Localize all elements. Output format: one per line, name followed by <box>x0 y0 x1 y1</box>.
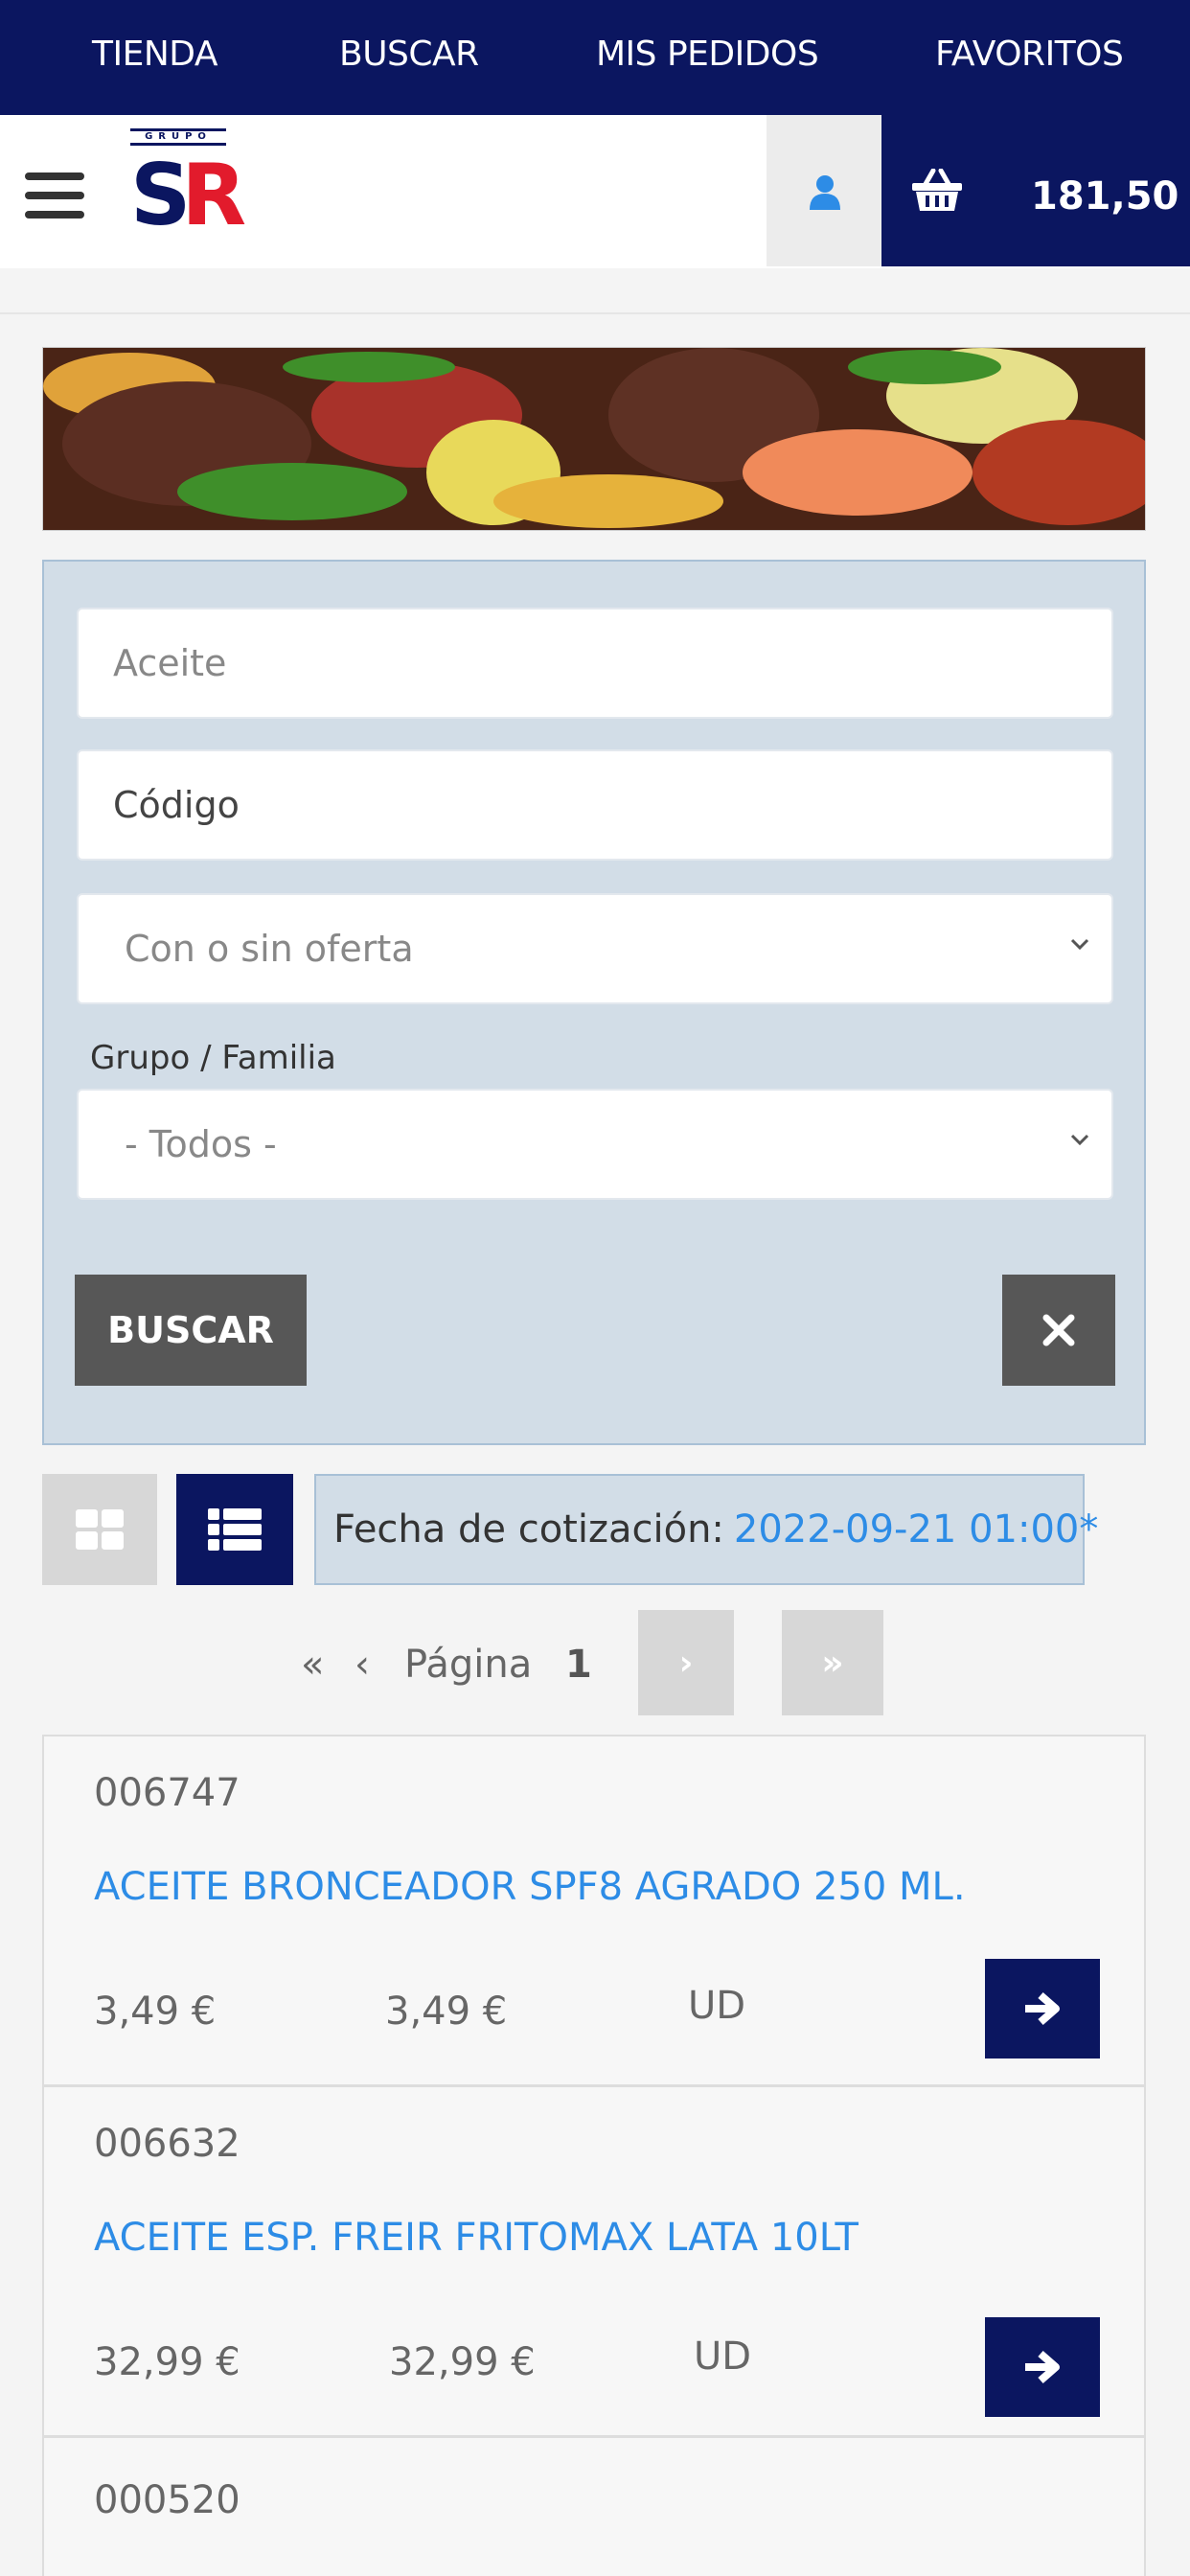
product-price: 32,99 € <box>94 2340 240 2384</box>
grid-view-button[interactable] <box>42 1474 157 1585</box>
product-price-2: 3,49 € <box>385 1990 508 2034</box>
group-family-select[interactable]: - Todos - <box>77 1089 1113 1200</box>
code-input[interactable]: Código <box>77 749 1113 861</box>
search-filter-panel: Aceite Código Con o sin oferta Grupo / F… <box>42 560 1146 1445</box>
product-unit: UD <box>688 1984 746 2028</box>
prev-page-link[interactable]: ‹ <box>355 1643 370 1687</box>
page-label: Página <box>404 1643 533 1687</box>
add-product-button[interactable] <box>985 1959 1100 2058</box>
basket-icon <box>912 169 962 211</box>
name-search-input[interactable]: Aceite <box>77 608 1113 719</box>
product-code: 006632 <box>94 2122 240 2166</box>
menu-icon[interactable] <box>25 172 84 218</box>
logo-top-text: GRUPO <box>130 128 226 146</box>
nav-mis-pedidos[interactable]: MIS PEDIDOS <box>596 34 819 74</box>
offer-select[interactable]: Con o sin oferta <box>77 893 1113 1004</box>
grid-icon <box>76 1509 124 1550</box>
product-row: 006632 ACEITE ESP. FREIR FRITOMAX LATA 1… <box>44 2087 1144 2438</box>
last-page-button[interactable]: » <box>782 1610 883 1715</box>
product-unit: UD <box>694 2334 752 2379</box>
product-price-2: 32,99 € <box>389 2340 536 2384</box>
chevron-down-icon <box>1070 938 1089 951</box>
add-product-button[interactable] <box>985 2317 1100 2417</box>
quote-date-value: 2022-09-21 01:00* <box>733 1507 1099 1552</box>
cart-total[interactable]: 181,50 € <box>1031 174 1190 218</box>
user-button[interactable] <box>767 115 881 266</box>
nav-tienda[interactable]: TIENDA <box>92 34 218 74</box>
quote-date-box: Fecha de cotización: 2022-09-21 01:00* <box>314 1474 1098 1585</box>
current-page: 1 <box>565 1643 592 1687</box>
arrow-right-icon <box>1025 1991 1060 2026</box>
user-icon <box>810 175 840 210</box>
list-icon <box>208 1508 262 1551</box>
product-name-link[interactable]: ACEITE BRONCEADOR SPF8 AGRADO 250 ML. <box>94 1865 966 1909</box>
list-view-button[interactable] <box>176 1474 293 1585</box>
pagination: « ‹ Página 1 <box>0 1610 1190 1715</box>
product-price: 3,49 € <box>94 1990 217 2034</box>
product-code: 000520 <box>94 2478 240 2522</box>
group-select-value: - Todos - <box>125 1123 277 1165</box>
search-button[interactable]: BUSCAR <box>75 1275 307 1386</box>
offer-select-value: Con o sin oferta <box>125 928 414 970</box>
bbq-banner-image <box>42 347 1146 531</box>
first-page-link[interactable]: « <box>301 1643 324 1687</box>
product-code: 006747 <box>94 1771 240 1815</box>
logo[interactable]: GRUPO SR <box>130 128 246 255</box>
product-list: 006747 ACEITE BRONCEADOR SPF8 AGRADO 250… <box>42 1735 1146 2576</box>
banner-illustration <box>43 348 1145 530</box>
chevron-down-icon <box>1070 1134 1089 1146</box>
logo-mark: SR <box>130 146 246 244</box>
next-page-button[interactable]: › <box>638 1610 734 1715</box>
quote-date-label: Fecha de cotización: <box>333 1507 724 1552</box>
group-family-label: Grupo / Familia <box>90 1039 336 1077</box>
close-icon <box>1042 1314 1075 1346</box>
product-row: 006747 ACEITE BRONCEADOR SPF8 AGRADO 250… <box>44 1736 1144 2087</box>
nav-favoritos[interactable]: FAVORITOS <box>935 34 1124 74</box>
top-nav: TIENDA BUSCAR MIS PEDIDOS FAVORITOS <box>0 0 1190 115</box>
arrow-right-icon <box>1025 2350 1060 2384</box>
header-divider <box>0 312 1190 314</box>
product-row: 000520 <box>44 2438 1144 2576</box>
clear-button[interactable] <box>1002 1275 1115 1386</box>
nav-buscar[interactable]: BUSCAR <box>339 34 479 74</box>
product-name-link[interactable]: ACEITE ESP. FREIR FRITOMAX LATA 10LT <box>94 2216 858 2260</box>
